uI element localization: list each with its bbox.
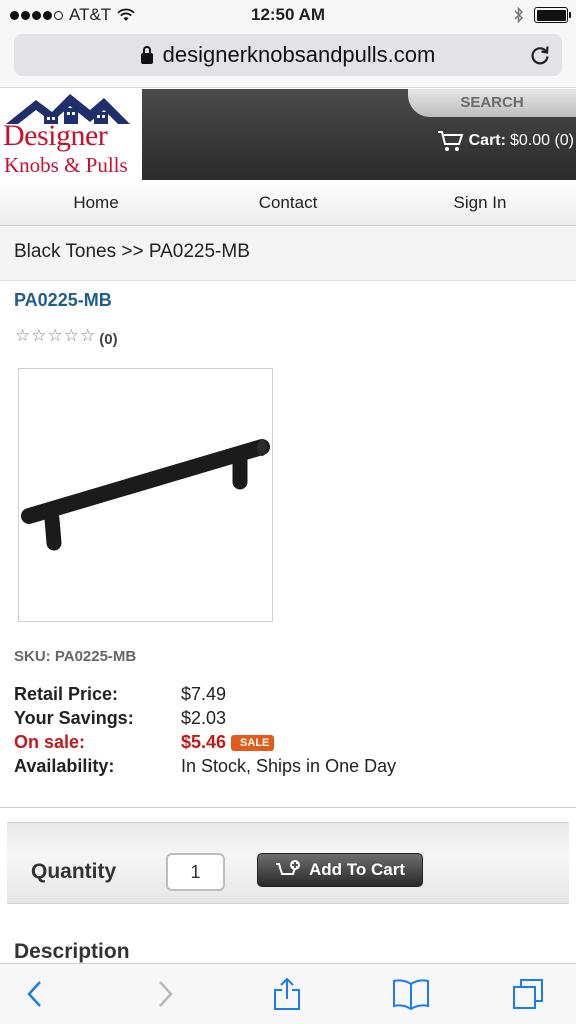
sale-badge: SALE (231, 734, 275, 751)
star-icon: ☆ (80, 326, 96, 345)
availability-value: In Stock, Ships in One Day (181, 755, 397, 776)
search-button[interactable]: SEARCH (408, 89, 576, 117)
star-icon: ☆ (31, 326, 47, 345)
status-bar: AT&T 12:50 AM (0, 0, 576, 30)
sale-price-wrap: $5.46 SALE (181, 731, 275, 753)
status-right (514, 6, 571, 24)
tabs-icon[interactable] (512, 978, 544, 1010)
sku-value: PA0225-MB (54, 648, 137, 665)
site-logo[interactable]: Designer Knobs & Pulls (0, 89, 142, 180)
add-to-cart-button[interactable]: Add To Cart (257, 853, 423, 887)
retail-price-row: Retail Price: $7.49 (14, 682, 554, 706)
cart-total: $0.00 (0) (509, 132, 574, 149)
star-icon: ☆ (47, 326, 63, 345)
main-nav: Home Contact Sign In (0, 180, 576, 226)
nav-sign-in[interactable]: Sign In (384, 180, 576, 225)
retail-price-label: Retail Price: (14, 683, 119, 704)
cart-icon (437, 131, 463, 151)
sale-row: On sale: $5.46 SALE (14, 730, 554, 754)
divider (0, 807, 576, 808)
sale-label: On sale: (14, 731, 86, 752)
url-text: designerknobsandpulls.com (162, 42, 436, 67)
quantity-label: Quantity (31, 860, 117, 883)
product-title: PA0225-MB (14, 290, 112, 310)
star-icon: ☆ (15, 326, 31, 345)
lock-icon (140, 45, 153, 64)
nav-home[interactable]: Home (0, 180, 192, 225)
back-icon[interactable] (20, 978, 52, 1010)
product-image[interactable] (18, 368, 273, 622)
sku: SKU: PA0225-MB (14, 648, 136, 665)
star-icon: ☆ (63, 326, 79, 345)
savings-row: Your Savings: $2.03 (14, 706, 554, 730)
purchase-panel: Quantity 1 Add To Cart (7, 822, 569, 904)
share-icon[interactable] (271, 978, 303, 1010)
rating[interactable]: ☆ ☆ ☆ ☆ ☆ (0) (15, 326, 118, 348)
breadcrumb[interactable]: Black Tones >> PA0225-MB (0, 227, 576, 281)
cart-label: Cart: (468, 132, 506, 149)
browser-address-area: designerknobsandpulls.com (0, 30, 576, 88)
logo-text-knobs-pulls: Knobs & Pulls (4, 153, 128, 177)
reload-icon[interactable] (528, 43, 552, 67)
pricing-table: Retail Price: $7.49 Your Savings: $2.03 … (14, 682, 554, 778)
nav-contact[interactable]: Contact (192, 180, 384, 225)
availability-label: Availability: (14, 755, 115, 776)
savings-value: $2.03 (181, 707, 227, 728)
sku-label: SKU: (14, 648, 51, 665)
cabinet-pull-image (21, 439, 270, 551)
address-bar[interactable]: designerknobsandpulls.com (14, 34, 562, 76)
rating-count: (0) (99, 330, 118, 348)
browser-toolbar (0, 963, 576, 1024)
retail-price: $7.49 (181, 683, 227, 704)
status-time: 12:50 AM (250, 5, 325, 24)
bluetooth-icon (514, 6, 524, 24)
forward-icon[interactable] (148, 978, 180, 1010)
cart-link[interactable]: Cart: $0.00 (0) (437, 129, 574, 153)
availability-row: Availability: In Stock, Ships in One Day (14, 754, 554, 778)
battery-icon (534, 7, 571, 23)
quantity-input[interactable]: 1 (166, 853, 225, 891)
bookmarks-icon[interactable] (392, 978, 430, 1010)
description-heading: Description (14, 940, 130, 963)
savings-label: Your Savings: (14, 707, 134, 728)
site-header: Designer Knobs & Pulls SEARCH Cart: $0.0… (0, 89, 576, 180)
add-to-cart-label: Add To Cart (308, 860, 405, 879)
logo-text-designer: Designer (3, 119, 108, 152)
add-cart-icon (275, 860, 300, 875)
sale-price: $5.46 (181, 731, 227, 752)
